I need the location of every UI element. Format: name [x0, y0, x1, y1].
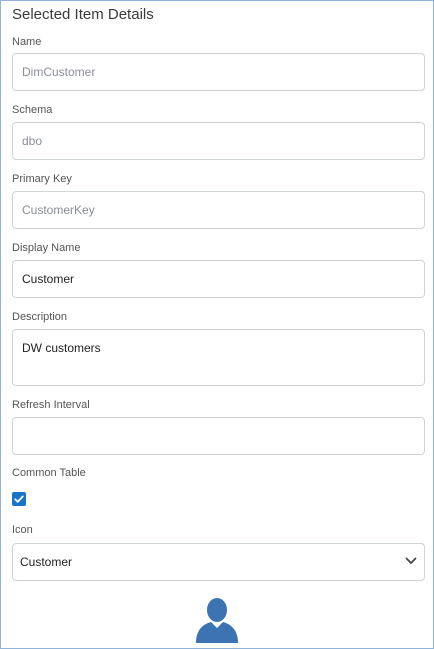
chevron-down-icon [405, 557, 417, 564]
common-table-label: Common Table [12, 467, 86, 479]
person-icon [196, 598, 238, 643]
selected-item-details-panel: Selected Item Details Name DimCustomer S… [0, 0, 434, 649]
display-name-field[interactable]: Customer [12, 260, 425, 298]
name-field[interactable]: DimCustomer [12, 53, 425, 91]
icon-select[interactable]: Customer [12, 543, 425, 581]
schema-label: Schema [12, 104, 53, 116]
description-textarea[interactable]: DW customers [12, 329, 425, 386]
primary-key-label: Primary Key [12, 173, 72, 185]
refresh-interval-label: Refresh Interval [12, 399, 90, 411]
display-name-label: Display Name [12, 242, 81, 254]
schema-field[interactable]: dbo [12, 122, 425, 160]
name-label: Name [12, 36, 42, 48]
refresh-interval-field[interactable] [12, 417, 425, 455]
primary-key-field[interactable]: CustomerKey [12, 191, 425, 229]
description-label: Description [12, 311, 68, 323]
common-table-checkbox[interactable] [12, 492, 26, 506]
panel-title: Selected Item Details [12, 6, 154, 23]
checkmark-icon [14, 495, 24, 503]
icon-label: Icon [12, 524, 33, 536]
icon-select-value: Customer [20, 555, 73, 569]
